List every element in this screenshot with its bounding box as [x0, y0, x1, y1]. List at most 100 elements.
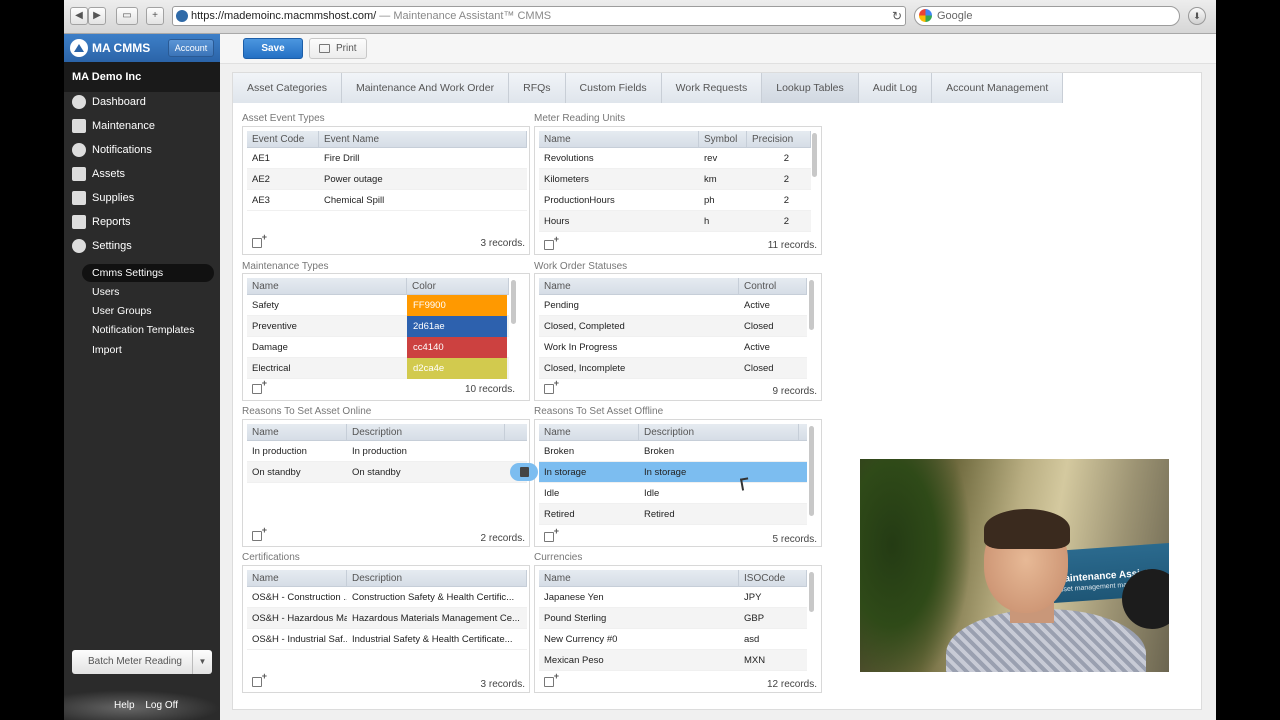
subnav-import[interactable]: Import	[82, 341, 214, 359]
column-header[interactable]: Description	[347, 424, 505, 441]
table-row[interactable]: Damage cc4140	[247, 337, 509, 358]
chevron-down-icon[interactable]: ▼	[192, 650, 212, 674]
nav-reports[interactable]: Reports	[64, 210, 220, 234]
tab-maintenance-and-work-order[interactable]: Maintenance And Work Order	[341, 73, 510, 103]
help-link[interactable]: Help	[114, 700, 135, 711]
forward-button[interactable]: ▶	[88, 7, 106, 25]
table-row[interactable]: AE3 Chemical Spill	[247, 190, 527, 211]
subnav-users[interactable]: Users	[82, 283, 214, 301]
add-row-icon[interactable]	[252, 525, 267, 541]
column-header[interactable]: Event Name	[319, 131, 527, 148]
column-header[interactable]: ISOCode	[739, 570, 807, 587]
table-row[interactable]: Mexican Peso MXN	[539, 650, 807, 671]
scrollbar[interactable]	[511, 280, 516, 324]
table-row[interactable]: Closed, Incomplete Closed	[539, 358, 807, 379]
search-input[interactable]: Google	[914, 6, 1180, 26]
tab-rfqs[interactable]: RFQs	[509, 73, 566, 103]
table-row[interactable]: Idle Idle	[539, 483, 807, 504]
table-row[interactable]: AE1 Fire Drill	[247, 148, 527, 169]
nav-assets[interactable]: Assets	[64, 162, 220, 186]
reading-list-button[interactable]: ▭	[116, 7, 138, 25]
table-row[interactable]: ProductionHours ph 2	[539, 190, 811, 211]
column-header[interactable]: Precision	[747, 131, 811, 148]
nav-maintenance[interactable]: Maintenance	[64, 114, 220, 138]
scrollbar[interactable]	[812, 133, 817, 177]
table-row[interactable]: Pound Sterling GBP	[539, 608, 807, 629]
download-icon[interactable]: ⬇	[1188, 7, 1206, 25]
column-header[interactable]: Description	[639, 424, 799, 441]
column-header[interactable]: Control	[739, 278, 807, 295]
table-row[interactable]: OS&H - Hazardous Ma... Hazardous Materia…	[247, 608, 527, 629]
tab-work-requests[interactable]: Work Requests	[661, 73, 763, 103]
add-row-icon[interactable]	[544, 378, 559, 394]
subnav-user-groups[interactable]: User Groups	[82, 302, 214, 320]
table-row[interactable]: Electrical d2ca4e	[247, 358, 509, 379]
column-header[interactable]: Name	[539, 278, 739, 295]
add-row-icon[interactable]	[252, 378, 267, 394]
scrollbar[interactable]	[809, 426, 814, 516]
table-row[interactable]: Pending Active	[539, 295, 807, 316]
batch-meter-reading-button[interactable]: Batch Meter Reading ▼	[72, 650, 212, 674]
table-row[interactable]: Preventive 2d61ae	[247, 316, 509, 337]
add-row-icon[interactable]	[252, 232, 267, 248]
table-row[interactable]: Broken Broken	[539, 441, 807, 462]
record-count: 5 records.	[772, 534, 817, 545]
scrollbar[interactable]	[809, 280, 814, 330]
address-bar[interactable]: https://mademoinc.macmmshost.com/ — Main…	[172, 6, 906, 26]
column-header[interactable]: Name	[539, 131, 699, 148]
column-header[interactable]: Name	[539, 424, 639, 441]
table-row[interactable]: OS&H - Industrial Saf... Industrial Safe…	[247, 629, 527, 650]
table-row[interactable]: Japanese Yen JPY	[539, 587, 807, 608]
add-row-icon[interactable]	[544, 526, 559, 542]
table-row[interactable]: Kilometers km 2	[539, 169, 811, 190]
add-row-icon[interactable]	[252, 671, 267, 687]
table-row[interactable]: Safety FF9900	[247, 295, 509, 316]
delete-row-button[interactable]	[510, 463, 538, 481]
nav-dashboard[interactable]: Dashboard	[64, 90, 220, 114]
subnav-notification-templates[interactable]: Notification Templates	[82, 321, 214, 339]
column-header[interactable]: Name	[247, 424, 347, 441]
column-header[interactable]: Name	[247, 570, 347, 587]
add-row-icon[interactable]	[544, 671, 559, 687]
cell: Idle	[644, 488, 660, 499]
column-header[interactable]: Color	[407, 278, 509, 295]
new-tab-button[interactable]: +	[146, 7, 164, 25]
back-button[interactable]: ◀	[70, 7, 88, 25]
nav-settings[interactable]: Settings	[64, 234, 220, 258]
table-row[interactable]: In production In production	[247, 441, 527, 462]
tab-custom-fields[interactable]: Custom Fields	[565, 73, 662, 103]
tab-lookup-tables[interactable]: Lookup Tables	[762, 73, 859, 103]
save-button[interactable]: Save	[243, 38, 303, 59]
table-row[interactable]: Revolutions rev 2	[539, 148, 811, 169]
table-row[interactable]: Retired Retired	[539, 504, 807, 525]
tab-account-management[interactable]: Account Management	[932, 73, 1064, 103]
tab-audit-log[interactable]: Audit Log	[858, 73, 933, 103]
presenter-hair	[984, 509, 1070, 549]
tab-asset-categories[interactable]: Asset Categories	[233, 73, 342, 103]
table-row[interactable]: Closed, Completed Closed	[539, 316, 807, 337]
table-row[interactable]: New Currency #0 asd	[539, 629, 807, 650]
column-header[interactable]: Description	[347, 570, 527, 587]
table-row[interactable]: On standby On standby	[247, 462, 527, 483]
log-off-link[interactable]: Log Off	[145, 700, 178, 711]
table-row-selected[interactable]: In storage In storage	[539, 462, 807, 483]
table-row[interactable]: Work In Progress Active	[539, 337, 807, 358]
table-row[interactable]: Hours h 2	[539, 211, 811, 232]
column-header[interactable]: Event Code	[247, 131, 319, 148]
nav-label: Dashboard	[92, 96, 146, 108]
nav-supplies[interactable]: Supplies	[64, 186, 220, 210]
color-swatch: FF9900	[407, 295, 507, 316]
table-row[interactable]: OS&H - Construction ... Construction Saf…	[247, 587, 527, 608]
add-row-icon[interactable]	[544, 234, 559, 250]
reload-icon[interactable]: ↻	[892, 9, 902, 23]
nav-notifications[interactable]: Notifications	[64, 138, 220, 162]
scrollbar[interactable]	[809, 572, 814, 612]
print-button[interactable]: Print	[309, 38, 367, 59]
record-count: 3 records.	[480, 238, 525, 249]
column-header[interactable]: Symbol	[699, 131, 747, 148]
account-button[interactable]: Account	[168, 39, 214, 57]
column-header[interactable]: Name	[247, 278, 407, 295]
subnav-cmms-settings[interactable]: Cmms Settings	[82, 264, 214, 282]
table-row[interactable]: AE2 Power outage	[247, 169, 527, 190]
column-header[interactable]: Name	[539, 570, 739, 587]
